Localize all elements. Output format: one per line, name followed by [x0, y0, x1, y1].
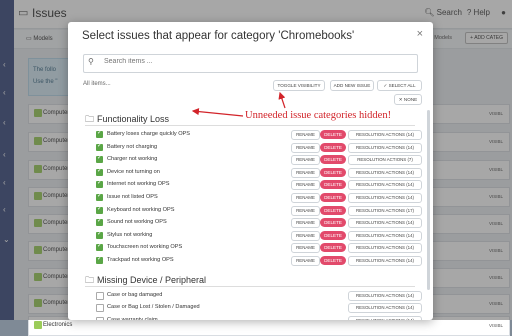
- checkbox: [34, 321, 42, 329]
- arrow-to-category: [191, 108, 244, 117]
- arrow-to-toggle: [278, 91, 286, 109]
- annotation-arrows: [191, 91, 286, 117]
- visible-label: VISIBL: [488, 323, 503, 328]
- annotation-text: Unneeded issue categories hidden!: [245, 110, 392, 121]
- row-label: Electronics: [43, 322, 73, 328]
